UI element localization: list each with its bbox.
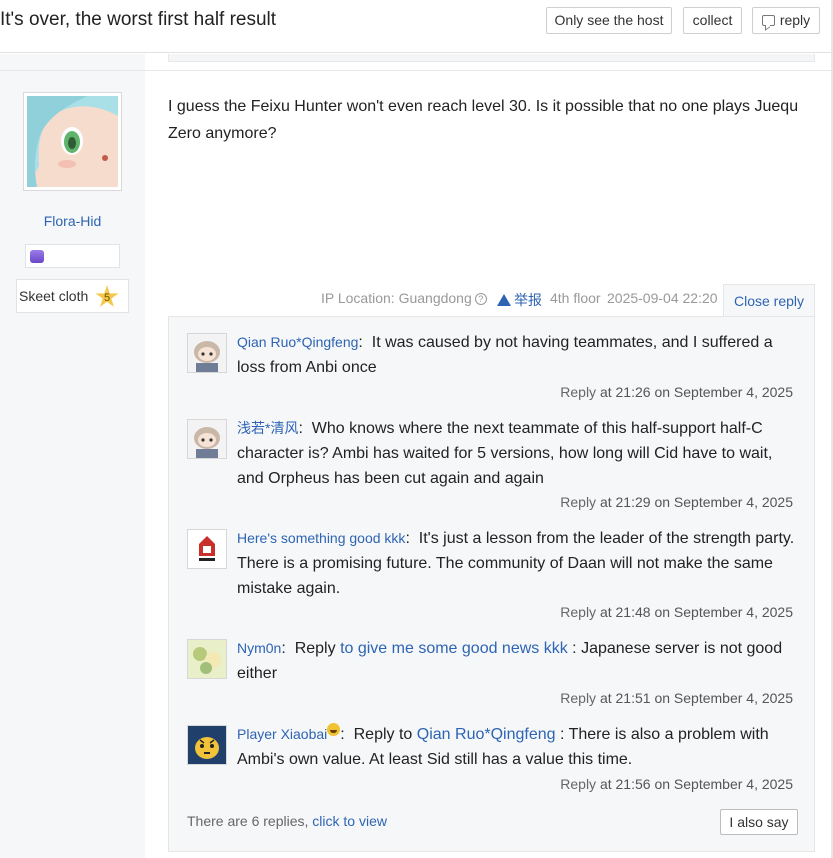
post-content: I guess the Feixu Hunter won't even reac… xyxy=(168,98,799,142)
help-icon[interactable]: ? xyxy=(474,293,487,305)
reply-time: at 21:51 on September 4, 2025 xyxy=(599,690,793,706)
reply-text: Nym0n: Reply to give me some good news k… xyxy=(237,640,783,682)
tiger-avatar-image xyxy=(188,726,226,764)
author-badge xyxy=(25,244,120,268)
reply-text: 浅若*清风: Who knows where the next teammate… xyxy=(237,420,773,487)
floral-avatar-image xyxy=(188,640,226,678)
reply-avatar[interactable] xyxy=(187,419,227,459)
reply-action[interactable]: Reply xyxy=(560,384,596,400)
reply-target[interactable]: to give me some good news kkk xyxy=(340,640,568,657)
report-link[interactable]: 举报 xyxy=(497,290,542,310)
more-replies-count: There are 6 replies, xyxy=(187,813,309,829)
reply-text: Here's something good kkk: It's just a l… xyxy=(237,530,795,597)
reply-meta: Reply at 21:29 on September 4, 2025 xyxy=(560,494,793,510)
more-replies: There are 6 replies, click to view xyxy=(187,813,387,829)
reply-text: Qian Ruo*Qingfeng: It was caused by not … xyxy=(237,334,773,376)
close-reply-button[interactable]: Close reply xyxy=(723,284,815,317)
reply-text: Player Xiaobai: Reply to Qian Ruo*Qingfe… xyxy=(237,722,801,772)
reply-meta: Reply at 21:56 on September 4, 2025 xyxy=(560,776,793,792)
reply-time: at 21:48 on September 4, 2025 xyxy=(599,604,793,620)
reply-avatar[interactable] xyxy=(187,639,227,679)
reply-action[interactable]: Reply xyxy=(560,604,596,620)
reply-button[interactable]: reply xyxy=(752,7,820,34)
reply-meta: Reply at 21:51 on September 4, 2025 xyxy=(560,690,793,706)
reply-panel: Qian Ruo*Qingfeng: It was caused by not … xyxy=(168,316,815,852)
post-time: 2025-09-04 22:20 xyxy=(607,290,718,306)
floor-number: 4th floor xyxy=(550,290,601,306)
level-star-icon: 5 xyxy=(95,285,119,307)
warning-icon xyxy=(497,294,511,306)
reply-prefix: Reply xyxy=(294,640,336,657)
thread-header: It's over, the worst first half result O… xyxy=(0,0,833,53)
reply-meta: Reply at 21:48 on September 4, 2025 xyxy=(560,604,793,620)
reply-icon xyxy=(761,15,775,26)
reply-avatar[interactable] xyxy=(187,333,227,373)
author-name[interactable]: Flora-Hid xyxy=(0,213,145,229)
author-avatar[interactable] xyxy=(23,92,122,191)
reply-user[interactable]: 浅若*清风 xyxy=(237,420,298,436)
reply-action[interactable]: Reply xyxy=(560,776,596,792)
reply-body: Who knows where the next teammate of thi… xyxy=(237,420,773,487)
badge-gem-icon xyxy=(30,250,44,263)
previous-post-strip xyxy=(168,54,815,62)
report-label: 举报 xyxy=(514,292,542,308)
author-level: Skeet cloth 5 xyxy=(16,279,129,313)
thread-title: It's over, the worst first half result xyxy=(0,9,277,30)
reply-action[interactable]: Reply xyxy=(560,690,596,706)
ip-location-text: IP Location: Guangdong xyxy=(321,290,472,306)
click-to-view-link[interactable]: click to view xyxy=(312,813,387,829)
reply-prefix: Reply to xyxy=(353,726,413,743)
reply-time: at 21:29 on September 4, 2025 xyxy=(599,494,793,510)
reply-time: at 21:56 on September 4, 2025 xyxy=(599,776,793,792)
red-emblem-avatar-image xyxy=(188,530,226,568)
also-say-button[interactable]: I also say xyxy=(720,809,798,835)
reply-user[interactable]: Here's something good kkk xyxy=(237,530,405,546)
reply-action[interactable]: Reply xyxy=(560,494,596,510)
only-host-button[interactable]: Only see the host xyxy=(546,7,672,34)
chibi-avatar-image xyxy=(188,420,226,458)
reply-user[interactable]: Qian Ruo*Qingfeng xyxy=(237,334,358,350)
collect-button[interactable]: collect xyxy=(683,7,742,34)
reply-user[interactable]: Nym0n xyxy=(237,640,281,656)
reply-user[interactable]: Player Xiaobai xyxy=(237,726,327,742)
grin-emoji-icon xyxy=(327,723,341,736)
reply-avatar[interactable] xyxy=(187,725,227,765)
chibi-avatar-image xyxy=(188,334,226,372)
reply-avatar[interactable] xyxy=(187,529,227,569)
reply-time: at 21:26 on September 4, 2025 xyxy=(599,384,793,400)
reply-meta: Reply at 21:26 on September 4, 2025 xyxy=(560,384,793,400)
level-name: Skeet cloth xyxy=(19,288,89,304)
post-divider xyxy=(0,70,833,71)
avatar-image xyxy=(27,96,118,187)
reply-target[interactable]: Qian Ruo*Qingfeng xyxy=(417,726,556,743)
reply-button-label: reply xyxy=(779,12,811,28)
ip-location: IP Location: Guangdong? xyxy=(321,290,487,306)
